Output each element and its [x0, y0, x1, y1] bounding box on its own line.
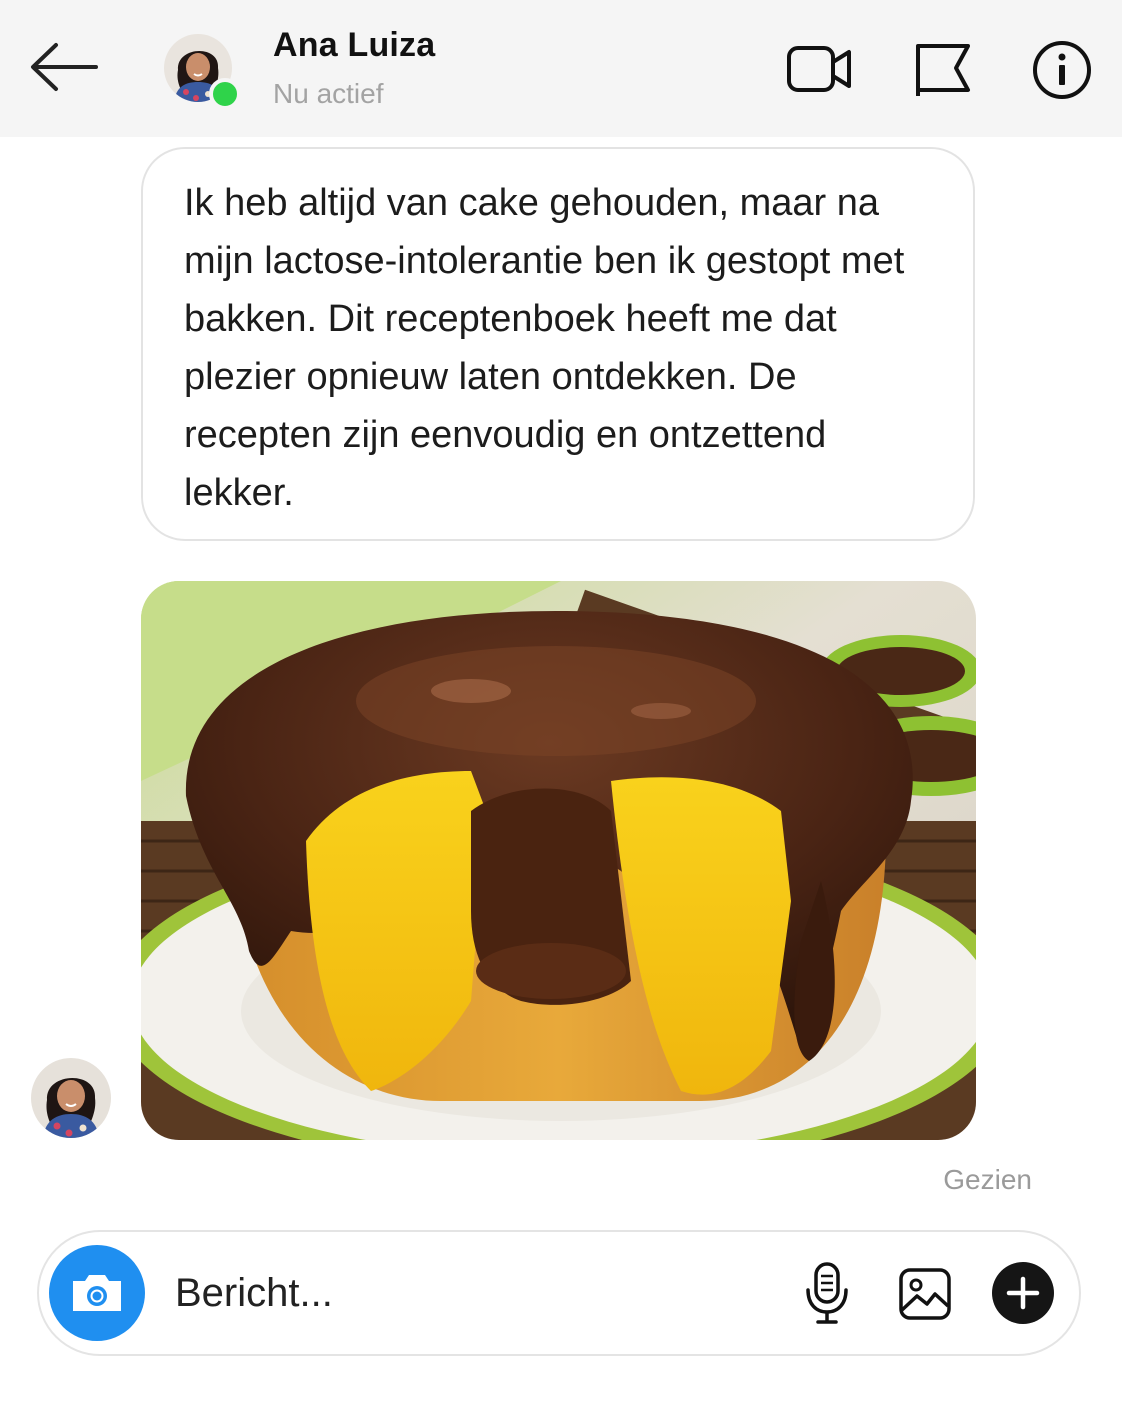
gallery-button[interactable] — [897, 1266, 953, 1322]
video-call-icon — [787, 46, 851, 92]
contact-name[interactable]: Ana Luiza — [273, 26, 435, 65]
message-image[interactable] — [141, 581, 976, 1140]
camera-button[interactable] — [49, 1245, 145, 1341]
seen-receipt: Gezien — [943, 1164, 1032, 1195]
video-call-button[interactable] — [785, 40, 855, 98]
plus-icon — [1006, 1276, 1040, 1310]
sender-avatar[interactable] — [31, 1058, 111, 1138]
more-options-button[interactable] — [992, 1262, 1054, 1324]
message-input[interactable] — [175, 1262, 735, 1324]
message-text: Ik heb altijd van cake gehouden, maar na… — [184, 182, 905, 514]
contact-status: Nu actief — [273, 78, 384, 109]
back-button[interactable] — [26, 36, 102, 98]
gallery-icon — [899, 1268, 951, 1320]
flag-icon — [916, 44, 970, 96]
message-bubble[interactable]: Ik heb altijd van cake gehouden, maar na… — [141, 147, 975, 541]
cake-photo — [141, 581, 976, 1140]
microphone-icon — [806, 1262, 848, 1324]
back-arrow-icon — [31, 43, 98, 91]
camera-icon — [73, 1275, 121, 1311]
online-status-indicator — [209, 78, 241, 110]
message-composer — [37, 1230, 1081, 1356]
voice-message-button[interactable] — [802, 1260, 852, 1326]
chat-header: Ana Luiza Nu actief — [0, 0, 1122, 137]
report-button[interactable] — [910, 38, 974, 100]
info-icon — [1033, 41, 1091, 99]
info-button[interactable] — [1030, 38, 1094, 102]
